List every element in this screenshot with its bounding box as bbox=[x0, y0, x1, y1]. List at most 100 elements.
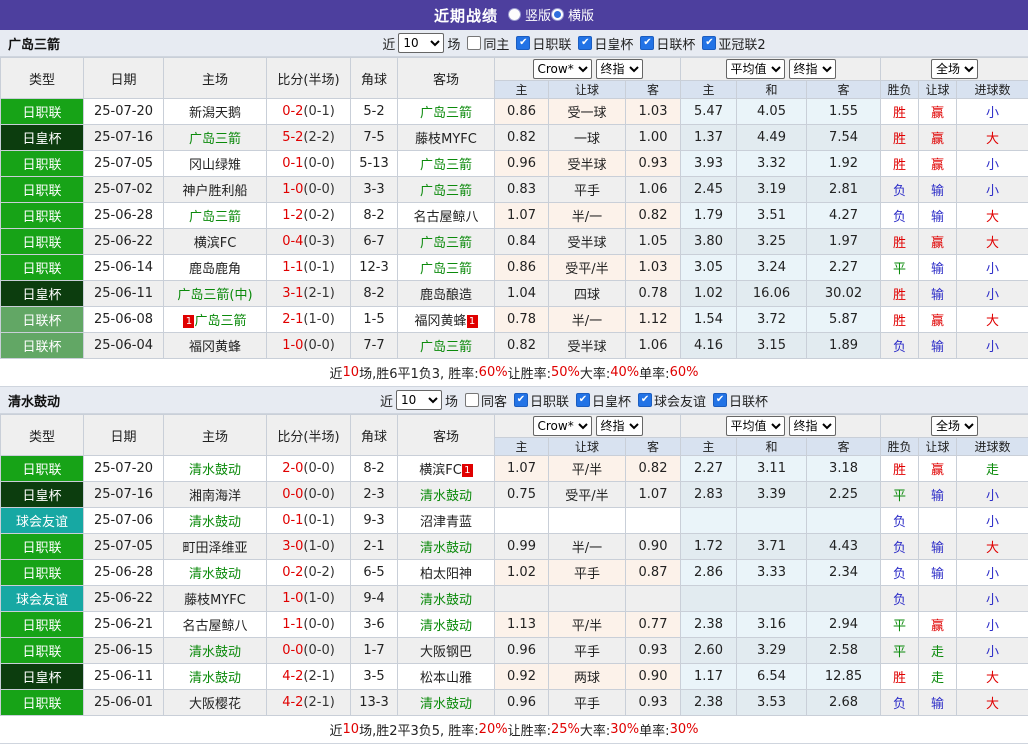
league-checkbox[interactable]: ✔日皇杯 bbox=[578, 34, 633, 53]
league-checkbox[interactable]: ✔日职联 bbox=[514, 391, 569, 410]
score-cell: 4-2(2-1) bbox=[267, 664, 351, 690]
odds-home-cell bbox=[495, 586, 549, 612]
near-count-select[interactable]: 10 bbox=[396, 390, 442, 410]
avg-home-cell: 2.38 bbox=[681, 690, 737, 716]
away-team-name: 清水鼓动 bbox=[420, 619, 472, 634]
result-goals-cell: 小 bbox=[957, 508, 1028, 534]
home-team-name: 大阪樱花 bbox=[189, 697, 241, 712]
result-goals-cell: 小 bbox=[957, 177, 1028, 203]
checkbox-icon[interactable]: ✔ bbox=[578, 36, 592, 50]
odds-home-cell: 0.78 bbox=[495, 307, 549, 333]
checkbox-icon[interactable] bbox=[467, 36, 481, 50]
summary-segment: 场,胜2平3负5, 胜率: bbox=[359, 720, 479, 739]
sub-column-header: 主 bbox=[495, 81, 549, 99]
league-type-cell: 日联杯 bbox=[1, 307, 84, 333]
league-checkbox[interactable]: ✔日职联 bbox=[516, 34, 571, 53]
sub-column-header: 客 bbox=[807, 81, 881, 99]
score-cell: 0-2(0-1) bbox=[267, 99, 351, 125]
league-label-text: 日联杯 bbox=[656, 34, 695, 53]
away-team-name: 清水鼓动 bbox=[420, 697, 472, 712]
column-header: 日期 bbox=[84, 415, 164, 456]
odds-source-select[interactable]: Crow* bbox=[533, 59, 592, 79]
league-checkbox[interactable]: ✔球会友谊 bbox=[638, 391, 706, 410]
avg-draw-cell: 3.39 bbox=[737, 482, 807, 508]
summary-row: 近10场,胜2平3负5, 胜率:20% 让胜率:25% 大率:30% 单率:30… bbox=[0, 716, 1028, 744]
league-checkbox[interactable]: ✔亚冠联2 bbox=[702, 34, 765, 53]
scope-select[interactable]: 全场 bbox=[931, 416, 978, 436]
checkbox-icon[interactable]: ✔ bbox=[516, 36, 530, 50]
scope-select[interactable]: 全场 bbox=[931, 59, 978, 79]
halftime-score: (2-2) bbox=[303, 130, 334, 145]
fulltime-score: 0-1 bbox=[282, 156, 303, 171]
checkbox-icon[interactable]: ✔ bbox=[576, 393, 590, 407]
result-goals-cell: 小 bbox=[957, 99, 1028, 125]
radio-icon[interactable] bbox=[551, 8, 564, 21]
games-label: 场 bbox=[445, 391, 458, 410]
result-outcome-cell: 胜 bbox=[881, 99, 919, 125]
score-cell: 0-0(0-0) bbox=[267, 638, 351, 664]
view-radio[interactable]: 竖版 bbox=[508, 5, 551, 24]
odds-home-cell: 0.99 bbox=[495, 534, 549, 560]
avg-away-cell: 2.34 bbox=[807, 560, 881, 586]
odds-away-cell: 0.93 bbox=[626, 151, 681, 177]
corner-cell: 5-13 bbox=[351, 151, 398, 177]
home-team-name: 湘南海洋 bbox=[189, 489, 241, 504]
view-radio[interactable]: 横版 bbox=[551, 5, 594, 24]
radio-icon[interactable] bbox=[508, 8, 521, 21]
home-team-cell: 广岛三箭(中) bbox=[164, 281, 267, 307]
result-handicap-cell bbox=[919, 508, 957, 534]
same-venue-checkbox[interactable]: 同客 bbox=[465, 391, 507, 410]
avg-away-cell: 7.54 bbox=[807, 125, 881, 151]
home-team-name: 冈山绿雉 bbox=[189, 158, 241, 173]
checkbox-icon[interactable]: ✔ bbox=[640, 36, 654, 50]
selector-cell: 平均值终指 bbox=[681, 415, 881, 438]
avg-time-select[interactable]: 终指 bbox=[789, 416, 836, 436]
result-goals-cell: 小 bbox=[957, 151, 1028, 177]
result-goals-cell: 大 bbox=[957, 307, 1028, 333]
league-label-text: 球会友谊 bbox=[654, 391, 706, 410]
checkbox-icon[interactable] bbox=[465, 393, 479, 407]
checkbox-icon[interactable]: ✔ bbox=[638, 393, 652, 407]
avg-home-cell: 1.79 bbox=[681, 203, 737, 229]
fulltime-score: 2-1 bbox=[282, 312, 303, 327]
home-team-name: 广岛三箭 bbox=[189, 132, 241, 147]
avg-draw-cell: 3.51 bbox=[737, 203, 807, 229]
result-handicap-cell: 输 bbox=[919, 534, 957, 560]
avg-source-select[interactable]: 平均值 bbox=[726, 59, 785, 79]
checkbox-icon[interactable]: ✔ bbox=[514, 393, 528, 407]
score-cell: 1-1(0-0) bbox=[267, 612, 351, 638]
near-count-select[interactable]: 10 bbox=[398, 33, 444, 53]
result-goals-cell: 大 bbox=[957, 203, 1028, 229]
away-team-name: 清水鼓动 bbox=[420, 489, 472, 504]
handicap-cell: 受平/半 bbox=[549, 255, 626, 281]
avg-time-select[interactable]: 终指 bbox=[789, 59, 836, 79]
avg-source-select[interactable]: 平均值 bbox=[726, 416, 785, 436]
corner-cell: 13-3 bbox=[351, 690, 398, 716]
checkbox-icon[interactable]: ✔ bbox=[713, 393, 727, 407]
same-venue-checkbox[interactable]: 同主 bbox=[467, 34, 509, 53]
halftime-score: (2-1) bbox=[303, 286, 334, 301]
summary-segment: 大率: bbox=[580, 363, 610, 382]
result-goals-cell: 小 bbox=[957, 255, 1028, 281]
league-type-cell: 日职联 bbox=[1, 612, 84, 638]
away-team-name: 广岛三箭 bbox=[420, 340, 472, 355]
checkbox-icon[interactable]: ✔ bbox=[702, 36, 716, 50]
date-cell: 25-06-22 bbox=[84, 229, 164, 255]
avg-home-cell: 2.38 bbox=[681, 612, 737, 638]
column-header: 客场 bbox=[398, 415, 495, 456]
handicap-cell: 平/半 bbox=[549, 456, 626, 482]
halftime-score: (0-0) bbox=[303, 461, 334, 476]
halftime-score: (0-0) bbox=[303, 643, 334, 658]
halftime-score: (0-0) bbox=[303, 617, 334, 632]
odds-time-select[interactable]: 终指 bbox=[596, 416, 643, 436]
score-cell: 1-0(0-0) bbox=[267, 333, 351, 359]
handicap-cell: 两球 bbox=[549, 664, 626, 690]
league-checkbox[interactable]: ✔日联杯 bbox=[713, 391, 768, 410]
result-handicap-cell: 输 bbox=[919, 281, 957, 307]
odds-time-select[interactable]: 终指 bbox=[596, 59, 643, 79]
away-team-cell: 大阪钢巴 bbox=[398, 638, 495, 664]
home-team-name: 藤枝MYFC bbox=[184, 593, 246, 608]
league-checkbox[interactable]: ✔日皇杯 bbox=[576, 391, 631, 410]
odds-source-select[interactable]: Crow* bbox=[533, 416, 592, 436]
league-checkbox[interactable]: ✔日联杯 bbox=[640, 34, 695, 53]
